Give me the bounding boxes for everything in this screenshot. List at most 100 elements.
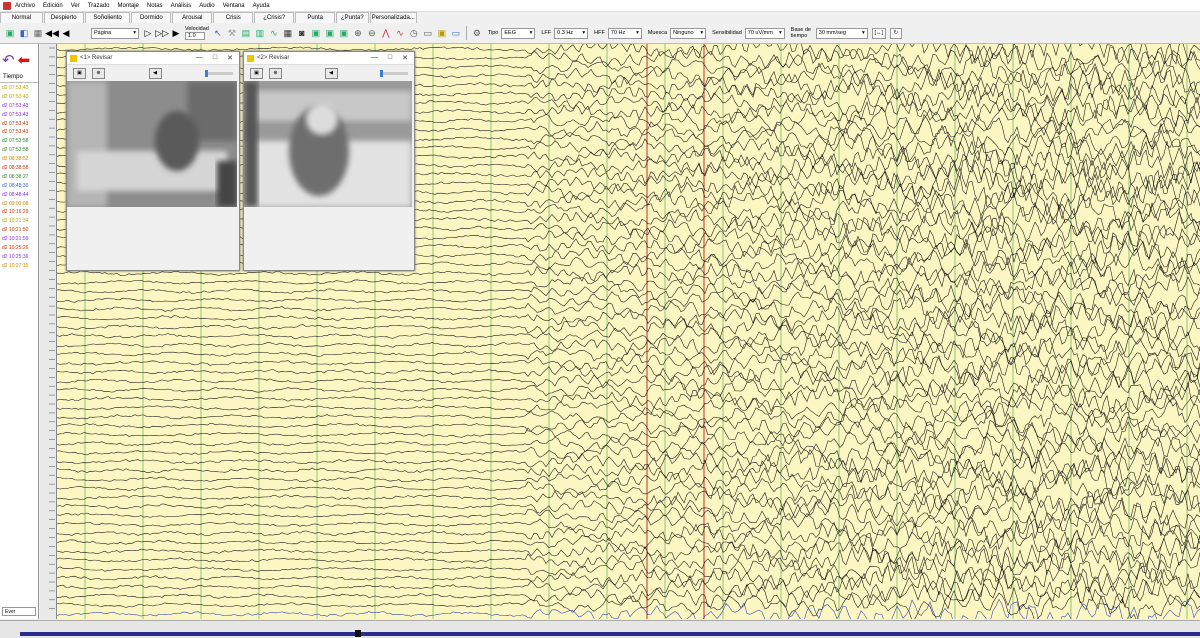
settings-icon[interactable]: ▦ [32, 27, 44, 39]
video-window-1[interactable]: <1> Revisar — □ ✕ ▣ ⊕ ◀ [66, 51, 240, 271]
event-list-item[interactable]: d2 10:21:59 [0, 235, 38, 244]
zoom-out-icon[interactable]: ⊖ [366, 27, 378, 39]
video-window-2-titlebar[interactable]: <2> Revisar — □ ✕ [244, 52, 414, 65]
fit-bracket-button[interactable]: [↔] [871, 27, 886, 39]
menu-ayuda[interactable]: Ayuda [253, 3, 270, 9]
snapshot-icon[interactable]: ▣ [73, 67, 86, 79]
speaker-icon[interactable]: ◀ [324, 67, 338, 79]
cursor-icon[interactable]: ↖ [212, 27, 224, 39]
zoom-icon[interactable]: ⊕ [92, 67, 105, 79]
page-select[interactable]: Página ▾ [91, 27, 139, 39]
eeg-channel-trace [57, 426, 1200, 461]
refresh-button[interactable]: ↻ [889, 27, 902, 39]
notch-label: Muesca [647, 30, 668, 36]
clock-icon[interactable]: ◷ [408, 27, 420, 39]
speed-stepper[interactable]: 1.0 [185, 32, 205, 40]
minimize-icon[interactable]: — [371, 54, 378, 62]
video3-icon[interactable]: ▣ [338, 27, 350, 39]
video1-icon[interactable]: ▣ [310, 27, 322, 39]
red-arrow-icon[interactable]: ⬅ [18, 53, 31, 70]
menu-archivo[interactable]: Archivo [15, 3, 35, 9]
sensitivity-select[interactable]: 70 uV/mm ▾ [744, 27, 785, 39]
event-list-header[interactable]: Tiempo [0, 74, 38, 83]
step-forward-icon[interactable]: ▶ [170, 27, 182, 39]
event-list-item[interactable]: d2 07:53:43 [0, 120, 38, 129]
step-back-icon[interactable]: ◀ [60, 27, 72, 39]
timeline-track[interactable] [20, 632, 1200, 636]
chevron-down-icon: ▾ [779, 30, 782, 36]
menu-notas[interactable]: Notas [147, 3, 163, 9]
label-button-bar: Normal Despierto Soñoliento Dormido Arou… [0, 12, 418, 24]
event-list-item[interactable]: d2 07:53:43 [0, 84, 38, 93]
event-list-item[interactable]: d2 10:25:26 [0, 244, 38, 253]
speaker-icon[interactable]: ◀ [148, 67, 162, 79]
tool-icon[interactable]: ⚒ [226, 27, 238, 39]
review-icon[interactable]: ◧ [18, 27, 30, 39]
event-list-item[interactable]: d2 10:21:50 [0, 226, 38, 235]
minimize-icon[interactable]: — [196, 54, 203, 62]
event-list-item[interactable]: d2 08:48:44 [0, 191, 38, 200]
gear-icon[interactable]: ⚙ [471, 27, 483, 39]
event-filter-select[interactable]: Ever [2, 607, 36, 616]
snapshot-icon[interactable]: ▣ [250, 67, 263, 79]
note-icon[interactable]: ▭ [422, 27, 434, 39]
volume-slider[interactable] [205, 69, 233, 77]
notch-select[interactable]: Ninguno ▾ [670, 27, 707, 39]
menu-ventana[interactable]: Ventana [223, 3, 245, 9]
timebase-select[interactable]: 30 mm/seg ▾ [815, 27, 868, 39]
marker-icon[interactable]: ▣ [436, 27, 448, 39]
channels-icon[interactable]: ▥ [254, 27, 266, 39]
menu-analisis[interactable]: Análisis [171, 3, 192, 9]
event-list-item[interactable]: d2 07:53:58 [0, 137, 38, 146]
event-nav: ↶ ⬅ [2, 53, 36, 70]
menu-trazado[interactable]: Trazado [88, 3, 110, 9]
timeline-thumb[interactable] [355, 630, 361, 637]
event-list-item[interactable]: d2 10:16:29 [0, 208, 38, 217]
menu-ver[interactable]: Ver [71, 3, 80, 9]
hff-select[interactable]: 70 Hz ▾ [607, 27, 642, 39]
wave-icon[interactable]: ∿ [394, 27, 406, 39]
spike-icon[interactable]: ⋀ [380, 27, 392, 39]
lff-select[interactable]: 0.3 Hz ▾ [554, 27, 589, 39]
maximize-icon[interactable]: □ [388, 54, 392, 62]
event-list-item[interactable]: d2 07:53:43 [0, 93, 38, 102]
type-select[interactable]: EEG ▾ [501, 27, 536, 39]
menu-edicion[interactable]: Edición [43, 3, 63, 9]
eeg-channel-trace [57, 578, 1200, 611]
rewind-icon[interactable]: ◀◀ [45, 27, 59, 39]
close-icon[interactable]: ✕ [402, 54, 408, 62]
menu-montaje[interactable]: Montaje [118, 3, 139, 9]
event-list-item[interactable]: d2 10:21:34 [0, 217, 38, 226]
event-list-item[interactable]: d2 07:53:43 [0, 111, 38, 120]
volume-slider[interactable] [380, 69, 408, 77]
event-list-item[interactable]: d2 08:38:27 [0, 173, 38, 182]
back-arrow-icon[interactable]: ↶ [2, 53, 15, 70]
event-list-item[interactable]: d2 08:48:30 [0, 182, 38, 191]
event-list-item[interactable]: d2 09:09:08 [0, 200, 38, 209]
montage-icon[interactable]: ▤ [240, 27, 252, 39]
grid-icon[interactable]: ▦ [282, 27, 294, 39]
open-study-icon[interactable]: ▣ [4, 27, 16, 39]
video-window-2[interactable]: <2> Revisar — □ ✕ ▣ ⊕ ◀ [243, 51, 415, 271]
video-window-1-titlebar[interactable]: <1> Revisar — □ ✕ [67, 52, 239, 65]
video2-icon[interactable]: ▣ [324, 27, 336, 39]
event-list-item[interactable]: d2 10:27:15 [0, 262, 38, 271]
monitor-icon[interactable]: ▭ [450, 27, 462, 39]
play-icon[interactable]: ▷ [142, 27, 154, 39]
menu-audio[interactable]: Audio [199, 3, 214, 9]
maximize-icon[interactable]: □ [213, 54, 217, 62]
fast-forward-icon[interactable]: ▷▷ [155, 27, 169, 39]
zoom-in-icon[interactable]: ⊕ [352, 27, 364, 39]
timeline-scrollbar[interactable] [0, 620, 1200, 638]
event-list-item[interactable]: d2 08:38:58 [0, 164, 38, 173]
event-list-item[interactable]: d2 07:53:43 [0, 102, 38, 111]
event-list-item[interactable]: d2 07:53:43 [0, 128, 38, 137]
sensitivity-value: 70 uV/mm [747, 30, 773, 36]
event-list-item[interactable]: d2 08:38:52 [0, 155, 38, 164]
close-icon[interactable]: ✕ [227, 54, 233, 62]
event-list-item[interactable]: d2 07:53:58 [0, 146, 38, 155]
trace-icon[interactable]: ∿ [268, 27, 280, 39]
event-list-item[interactable]: d2 10:25:36 [0, 253, 38, 262]
zoom-icon[interactable]: ⊕ [269, 67, 282, 79]
camera-icon[interactable]: ◙ [296, 27, 308, 39]
